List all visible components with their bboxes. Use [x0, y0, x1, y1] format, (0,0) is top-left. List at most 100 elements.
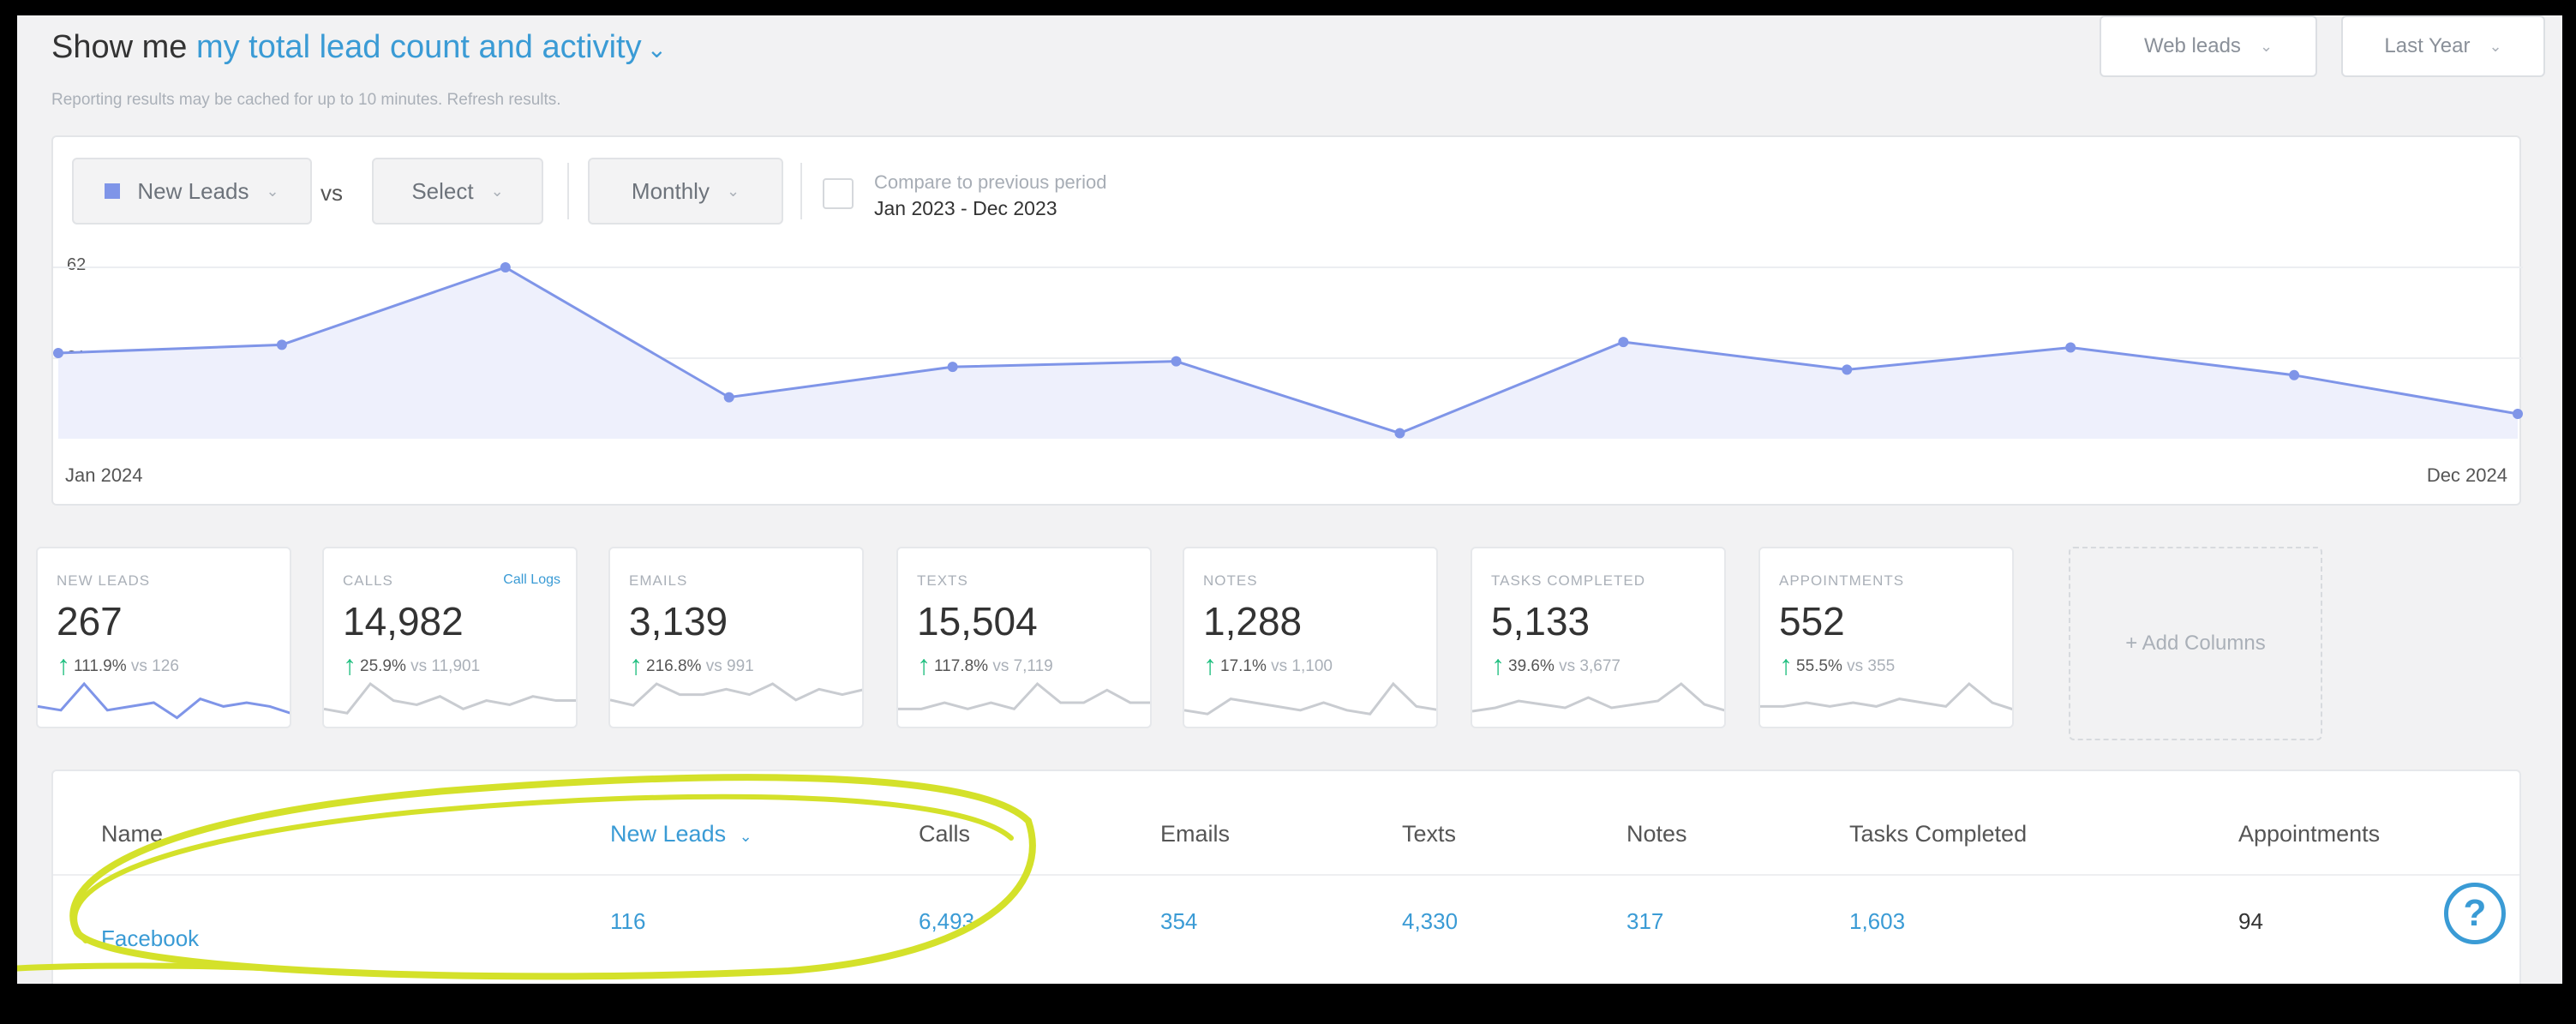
- compare-metric-label: Select: [411, 177, 474, 204]
- compare-range: Jan 2023 - Dec 2023: [874, 197, 1057, 219]
- column-header-emails[interactable]: Emails: [1160, 821, 1230, 847]
- stat-label: EMAILS: [629, 572, 688, 589]
- data-point: [1618, 337, 1629, 348]
- metric-label: New Leads: [137, 177, 249, 204]
- source-filter-dropdown[interactable]: Web leads ⌄: [2100, 15, 2317, 77]
- column-header-texts[interactable]: Texts: [1402, 821, 1456, 847]
- stat-change-percent: 25.9%: [360, 657, 406, 675]
- stat-change-percent: 117.8%: [934, 657, 989, 675]
- x-end-label: Dec 2024: [2426, 464, 2507, 486]
- cell-new-leads[interactable]: 116: [610, 908, 645, 935]
- compare-checkbox[interactable]: [823, 178, 854, 209]
- chevron-down-icon: ⌄: [490, 182, 504, 200]
- compare-metric-dropdown[interactable]: Select ⌄: [372, 158, 543, 225]
- stat-card-appointments[interactable]: APPOINTMENTS 552 ↑ 55.5% vs 355: [1758, 547, 2014, 728]
- period-filter-label: Last Year: [2384, 34, 2471, 57]
- cache-notice: Reporting results may be cached for up t…: [51, 91, 561, 110]
- stat-previous-value: vs 355: [1847, 657, 1896, 675]
- stat-value: 3,139: [629, 599, 728, 644]
- stat-change-percent: 39.6%: [1508, 657, 1555, 675]
- sparkline-line: [1760, 681, 2012, 711]
- stat-change-percent: 17.1%: [1220, 657, 1267, 675]
- period-filter-dropdown[interactable]: Last Year ⌄: [2341, 15, 2545, 77]
- sparkline: [1472, 682, 1724, 713]
- stat-value: 552: [1779, 599, 1845, 644]
- cell-texts[interactable]: 4,330: [1402, 908, 1458, 935]
- stat-card-new-leads[interactable]: NEW LEADS 267 ↑ 111.9% vs 126: [36, 547, 291, 728]
- divider: [567, 163, 569, 219]
- column-header-name[interactable]: Name: [101, 821, 163, 847]
- data-point: [53, 348, 63, 358]
- data-point: [2065, 342, 2076, 353]
- stat-value: 5,133: [1491, 599, 1591, 644]
- sparkline-line: [324, 681, 576, 715]
- sparkline: [610, 682, 862, 707]
- stat-card-tasks-completed[interactable]: TASKS COMPLETED 5,133 ↑ 39.6% vs 3,677: [1471, 547, 1726, 728]
- sparkline-line: [610, 682, 862, 707]
- cell-tasks-completed[interactable]: 1,603: [1849, 908, 1905, 935]
- column-header-new-leads[interactable]: New Leads ⌄: [610, 821, 752, 847]
- refresh-results-link[interactable]: Refresh results.: [447, 91, 561, 109]
- stat-label: APPOINTMENTS: [1779, 572, 1905, 589]
- sparkline: [324, 681, 576, 715]
- stat-card-calls[interactable]: CALLS Call Logs 14,982 ↑ 25.9% vs 11,901: [322, 547, 578, 728]
- divider: [800, 163, 802, 219]
- arrow-up-icon: ↑: [57, 650, 70, 680]
- column-header-tasks-completed[interactable]: Tasks Completed: [1849, 821, 2027, 847]
- data-point: [1394, 428, 1405, 439]
- data-point: [276, 339, 287, 350]
- stat-change-percent: 111.9%: [74, 657, 127, 675]
- stat-change-percent: 216.8%: [646, 657, 702, 675]
- report-type-selector[interactable]: my total lead count and activity: [196, 29, 642, 65]
- sparkline-line: [898, 681, 1150, 711]
- data-point: [723, 392, 734, 403]
- chevron-down-icon: ⌄: [266, 182, 279, 200]
- stat-label: TEXTS: [917, 572, 968, 589]
- header-divider: [53, 874, 2519, 876]
- sparkline-line: [1184, 681, 1436, 716]
- sort-icon: ⌄: [739, 828, 752, 845]
- vs-label: vs: [321, 180, 343, 206]
- stat-card-emails[interactable]: EMAILS 3,139 ↑ 216.8% vs 991: [608, 547, 864, 728]
- call-logs-link[interactable]: Call Logs: [503, 572, 560, 588]
- stat-card-texts[interactable]: TEXTS 15,504 ↑ 117.8% vs 7,119: [896, 547, 1152, 728]
- interval-dropdown[interactable]: Monthly ⌄: [588, 158, 783, 225]
- column-header-appointments[interactable]: Appointments: [2238, 821, 2380, 847]
- stat-previous-value: vs 11,901: [410, 657, 481, 675]
- cell-calls[interactable]: 6,493: [919, 908, 974, 935]
- headline-prefix: Show me: [51, 29, 188, 65]
- stat-previous-value: vs 126: [130, 657, 179, 675]
- chevron-down-icon[interactable]: ⌄: [647, 36, 667, 63]
- cell-appointments: 94: [2238, 908, 2263, 934]
- data-point: [947, 362, 958, 373]
- help-icon[interactable]: ?: [2444, 883, 2506, 944]
- column-header-notes[interactable]: Notes: [1626, 821, 1687, 847]
- stat-previous-value: vs 1,100: [1271, 657, 1333, 675]
- stat-label: TASKS COMPLETED: [1491, 572, 1645, 589]
- interval-label: Monthly: [631, 177, 710, 204]
- data-point: [1171, 356, 1182, 367]
- column-header-calls[interactable]: Calls: [919, 821, 970, 847]
- sparkline-line: [38, 681, 290, 720]
- stat-previous-value: vs 7,119: [992, 657, 1053, 675]
- stat-label: NEW LEADS: [57, 572, 151, 589]
- data-point: [2289, 369, 2300, 380]
- cell-notes[interactable]: 317: [1626, 908, 1663, 935]
- leads-table: Name New Leads ⌄ Calls Emails Texts Note…: [51, 769, 2521, 984]
- data-point: [1842, 364, 1853, 375]
- report-page: Show me my total lead count and activity…: [17, 15, 2562, 984]
- row-name-link[interactable]: Facebook: [101, 925, 199, 952]
- stat-previous-value: vs 991: [705, 657, 754, 675]
- x-start-label: Jan 2024: [65, 464, 143, 486]
- stat-card-notes[interactable]: NOTES 1,288 ↑ 17.1% vs 1,100: [1183, 547, 1438, 728]
- cell-emails[interactable]: 354: [1160, 908, 1197, 935]
- add-columns-button[interactable]: + Add Columns: [2069, 547, 2322, 740]
- line-chart: [53, 262, 2523, 439]
- cache-note: Reporting results may be cached for up t…: [51, 91, 443, 109]
- chevron-down-icon: ⌄: [2489, 37, 2502, 55]
- sparkline: [1184, 681, 1436, 716]
- metric-dropdown[interactable]: New Leads ⌄: [72, 158, 312, 225]
- sparkline-line: [1472, 682, 1724, 713]
- source-filter-label: Web leads: [2143, 34, 2241, 57]
- arrow-up-icon: ↑: [1203, 650, 1217, 680]
